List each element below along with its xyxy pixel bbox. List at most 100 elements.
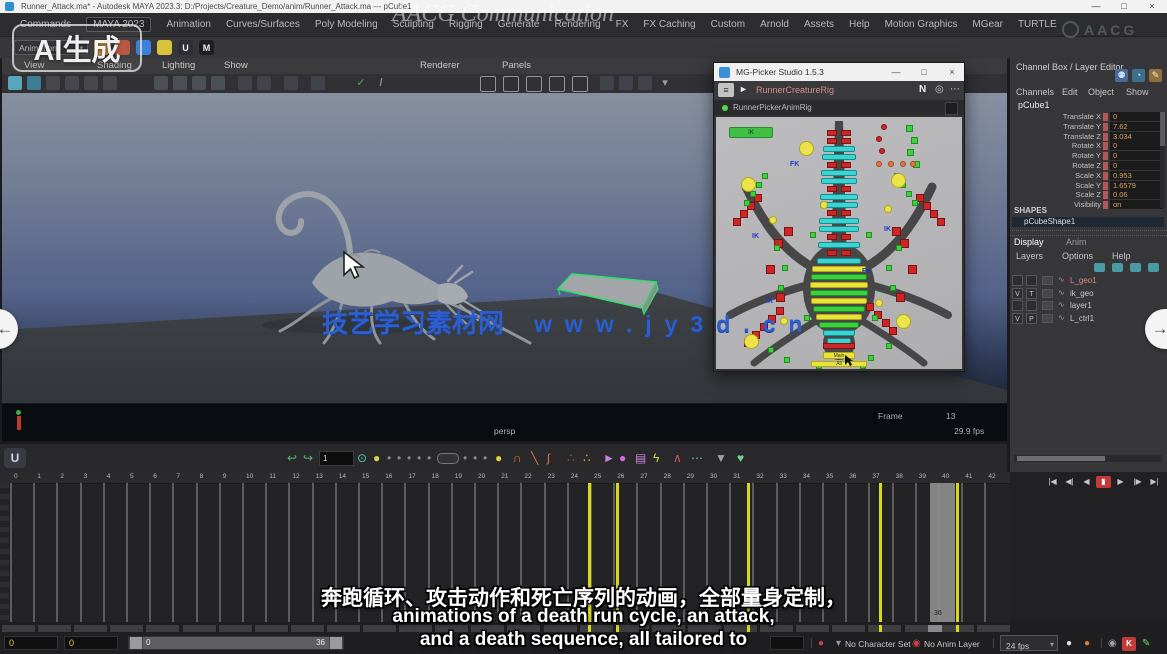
mini-dot-7[interactable]: •: [473, 451, 477, 465]
channel-menu-show[interactable]: Show: [1126, 87, 1149, 97]
menu-poly-modeling[interactable]: Poly Modeling: [315, 19, 378, 30]
layer-playback-toggle[interactable]: P: [1026, 313, 1037, 324]
ikfk-label-2[interactable]: IK: [884, 226, 891, 233]
panel-splitter[interactable]: [1010, 230, 1167, 236]
frame-ruler[interactable]: 0123456789101112131415161718192021222324…: [0, 472, 1010, 484]
green-ctrl-19[interactable]: [868, 355, 874, 361]
layer-row-ik-geo[interactable]: VT∿ik_geo: [1012, 288, 1165, 300]
green-ctrl-9[interactable]: [782, 265, 788, 271]
red-dot-ctrl-1[interactable]: [876, 136, 882, 142]
layer-new-icon[interactable]: [1094, 263, 1105, 272]
spine-ctrl-11[interactable]: [819, 218, 859, 224]
spine-ctrl-22[interactable]: [813, 306, 865, 312]
arm-ctrl-7[interactable]: [937, 218, 945, 226]
spine-ctrl-16[interactable]: [817, 258, 861, 264]
stop-button[interactable]: ▮: [1096, 476, 1111, 488]
construction-icon[interactable]: [257, 76, 271, 90]
layer-name[interactable]: L_geo1: [1070, 276, 1097, 285]
panel-menu-panels[interactable]: Panels: [502, 60, 531, 71]
scale-tool-icon[interactable]: [103, 76, 117, 90]
panel-menu-lighting[interactable]: Lighting: [162, 60, 195, 71]
channel-menu-channels[interactable]: Channels: [1016, 87, 1054, 97]
ikfk-label-3[interactable]: FK: [862, 268, 871, 275]
channel-value-field[interactable]: 0.953: [1110, 171, 1163, 180]
spine-ctrl-17[interactable]: [812, 266, 866, 272]
pivot-ctrl-4[interactable]: [896, 314, 911, 329]
viewport-dropdown-caret[interactable]: ▾: [658, 76, 672, 90]
mini-dot-6[interactable]: •: [463, 451, 467, 465]
layer-empty-icon[interactable]: [1130, 263, 1141, 272]
green-ctrl-22[interactable]: [810, 232, 816, 238]
spine-ctrl-23[interactable]: [816, 314, 862, 320]
layer-scrollbar[interactable]: [1014, 455, 1162, 462]
spine-ctrl-21[interactable]: [811, 298, 867, 304]
green-ctrl-10[interactable]: [778, 285, 784, 291]
red-dot-ctrl-2[interactable]: [879, 148, 885, 154]
spine-ctrl-l-0[interactable]: [827, 130, 837, 136]
selected-object-name[interactable]: pCube1: [1018, 100, 1050, 110]
select-tool-icon[interactable]: [8, 76, 22, 90]
evaluate-check-icon[interactable]: ✓: [354, 76, 368, 90]
key-cluster-red-icon[interactable]: ∴: [567, 451, 575, 465]
layer-tab-anim[interactable]: Anim: [1066, 237, 1087, 247]
filter-icon[interactable]: ▼: [715, 451, 727, 465]
pan-hand-icon[interactable]: ≡: [718, 83, 734, 97]
spine-ctrl-6[interactable]: [821, 178, 857, 184]
green-ctrl-18[interactable]: [886, 343, 892, 349]
mouth-button[interactable]: [823, 343, 855, 349]
green-ctrl-23[interactable]: [866, 232, 872, 238]
play-button[interactable]: ▶: [1113, 476, 1128, 488]
spine-ctrl-25[interactable]: [823, 330, 855, 336]
wireframe-icon[interactable]: [600, 76, 614, 90]
menu-turtle[interactable]: TURTLE: [1018, 19, 1057, 30]
channel-value-field[interactable]: 0: [1110, 141, 1163, 150]
sub-pivot-ctrl-3[interactable]: [875, 299, 883, 307]
layer-playback-toggle[interactable]: [1026, 275, 1037, 286]
spine-ctrl-l-10[interactable]: [827, 210, 837, 216]
green-ctrl-15[interactable]: [872, 315, 878, 321]
gate-mask-icon[interactable]: [572, 76, 588, 92]
snap-point-icon[interactable]: [192, 76, 206, 90]
spine-ctrl-r-4[interactable]: [841, 162, 851, 168]
channel-menu-edit[interactable]: Edit: [1062, 87, 1078, 97]
sub-pivot-ctrl-1[interactable]: [769, 216, 777, 224]
snap-grid-icon[interactable]: [154, 76, 168, 90]
layer-color-swatch[interactable]: [1042, 276, 1053, 285]
spine-ctrl-12[interactable]: [819, 226, 859, 232]
green-ctrl-7[interactable]: [912, 200, 918, 206]
green-ctrl-11[interactable]: [896, 245, 902, 251]
resolution-gate-icon[interactable]: [549, 76, 565, 92]
bolt-icon[interactable]: ϟ: [653, 451, 659, 465]
leg-ctrl-8[interactable]: [889, 327, 897, 335]
layer-playback-toggle[interactable]: [1026, 300, 1037, 311]
layer-visibility-toggle[interactable]: [1012, 300, 1023, 311]
ease-hump-icon[interactable]: ∩: [513, 451, 522, 465]
grid-toggle-icon[interactable]: [503, 76, 519, 92]
spine-ctrl-24[interactable]: [819, 322, 859, 328]
maximize-button[interactable]: □: [1113, 0, 1135, 13]
spine-ctrl-l-15[interactable]: [827, 250, 837, 256]
range-start-dot[interactable]: ●: [373, 451, 380, 465]
sub-pivot-ctrl-4[interactable]: [820, 201, 828, 209]
green-ctrl-8[interactable]: [774, 245, 780, 251]
side-ctrl-2[interactable]: [766, 265, 775, 274]
layer-row-l-ctrl1[interactable]: VP∿L_ctrl1: [1012, 313, 1165, 325]
spine-ctrl-r-15[interactable]: [841, 250, 851, 256]
channel-value-field[interactable]: 0.06: [1110, 190, 1163, 199]
picker-tab-label[interactable]: RunnerPickerAnimRig: [733, 103, 812, 112]
picker-maximize-button[interactable]: □: [914, 63, 934, 81]
arm-ctrl-6[interactable]: [930, 210, 938, 218]
channel-value-field[interactable]: 1.6579: [1110, 181, 1163, 190]
side-ctrl-6[interactable]: [784, 227, 793, 236]
green-ctrl-6[interactable]: [906, 191, 912, 197]
mini-dot-1[interactable]: •: [387, 451, 391, 465]
go-start-button[interactable]: |◀: [1045, 476, 1060, 488]
film-gate-icon[interactable]: [526, 76, 542, 92]
menu-fx-caching[interactable]: FX Caching: [643, 19, 695, 30]
mini-dot-4[interactable]: •: [417, 451, 421, 465]
channel-value-field[interactable]: 3.034: [1110, 132, 1163, 141]
power-icon[interactable]: ⊙: [357, 451, 367, 465]
green-ctrl-0[interactable]: [762, 173, 768, 179]
range-end-dot[interactable]: ●: [495, 451, 502, 465]
layer-name[interactable]: ik_geo: [1070, 289, 1094, 298]
